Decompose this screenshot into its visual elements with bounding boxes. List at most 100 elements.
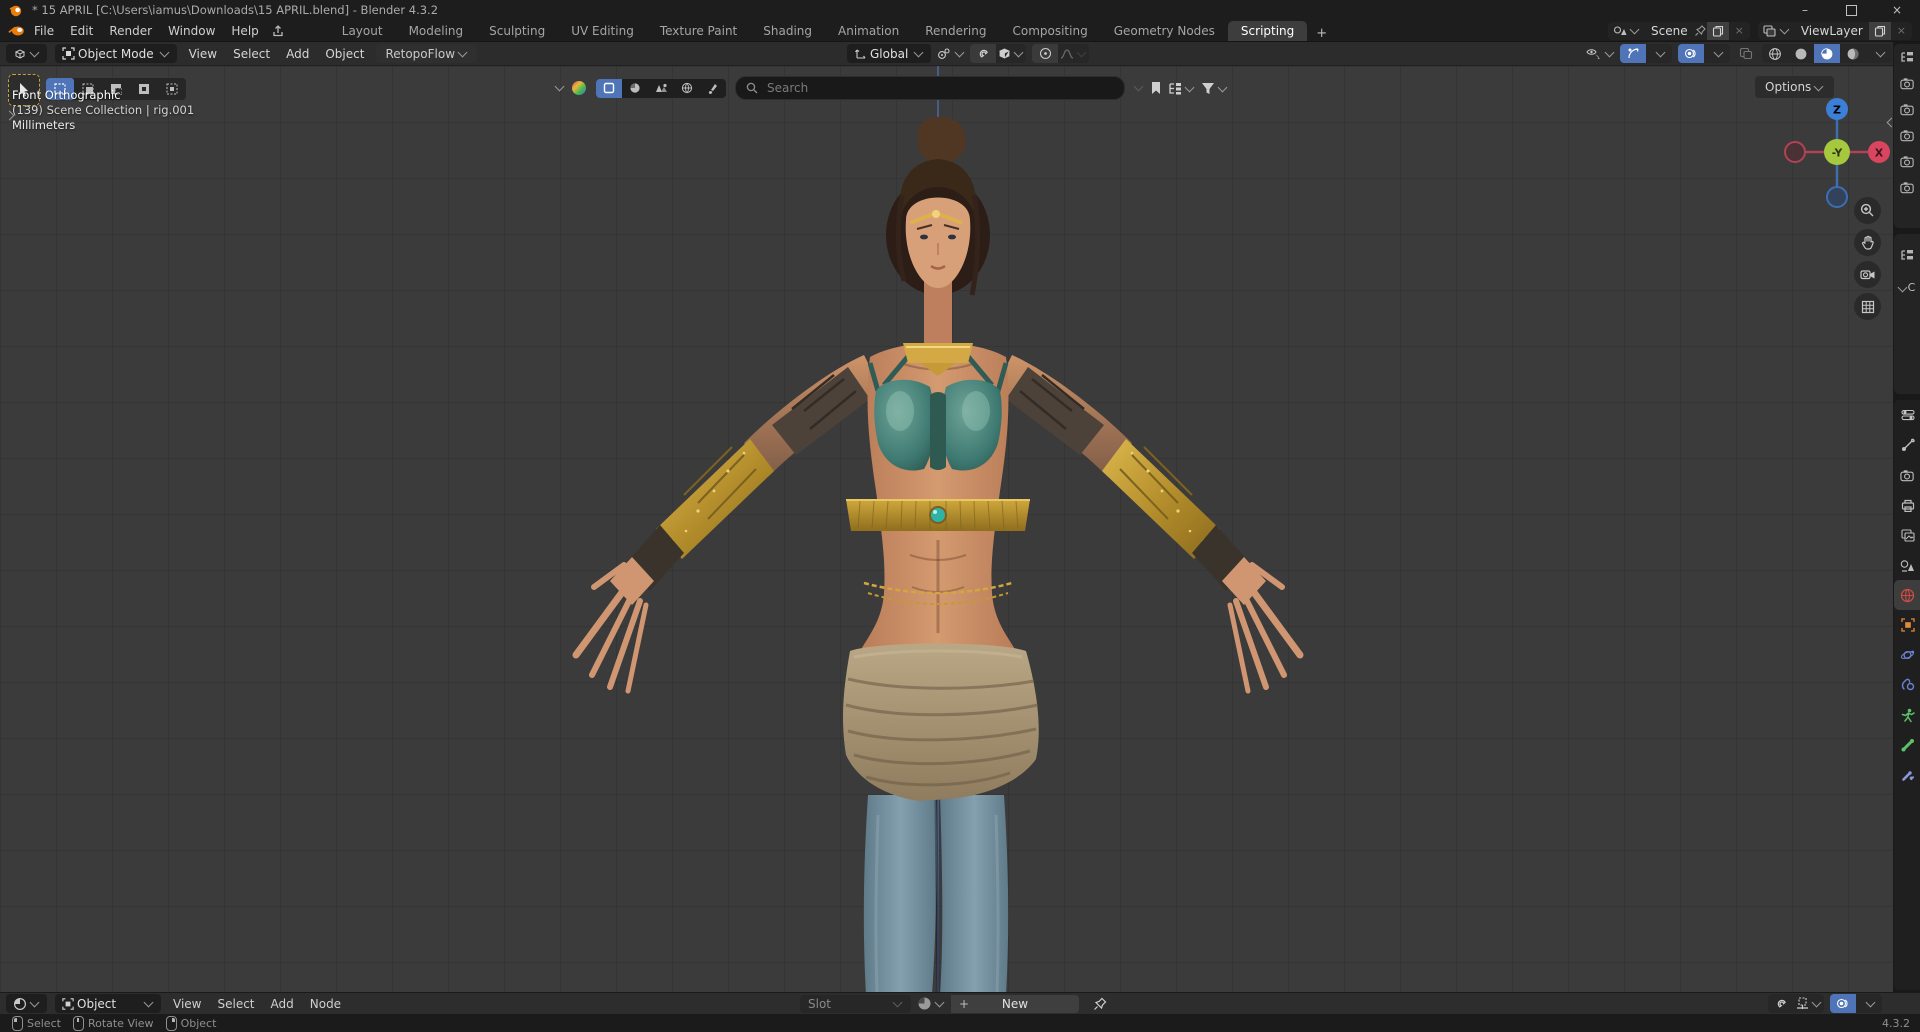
editor-type-button[interactable] xyxy=(6,44,47,63)
search-input[interactable] xyxy=(765,80,1069,96)
tab-modeling[interactable]: Modeling xyxy=(396,21,477,41)
pivot-point-dropdown[interactable] xyxy=(935,44,967,63)
pin-icon[interactable] xyxy=(1694,24,1707,37)
vp-menu-view[interactable]: View xyxy=(181,43,225,65)
gizmo-dropdown[interactable] xyxy=(1646,44,1672,63)
tab-rendering[interactable]: Rendering xyxy=(912,21,999,41)
proportional-editing-toggle[interactable] xyxy=(1032,44,1058,63)
pin-icon[interactable] xyxy=(1093,997,1107,1011)
tab-scene-properties[interactable] xyxy=(1894,550,1920,580)
show-overlays-toggle[interactable] xyxy=(1678,44,1704,63)
node-overlays-toggle[interactable] xyxy=(1830,994,1856,1013)
remove-viewlayer-button[interactable]: × xyxy=(1891,24,1912,37)
menu-render[interactable]: Render xyxy=(101,20,160,42)
tab-object-properties[interactable] xyxy=(1894,610,1920,640)
outliner-editor-icon[interactable] xyxy=(1894,44,1920,70)
selectability-visibility-dropdown[interactable] xyxy=(1584,44,1617,63)
tab-texture-paint[interactable]: Texture Paint xyxy=(647,21,750,41)
new-scene-button[interactable] xyxy=(1707,22,1729,40)
menu-window[interactable]: Window xyxy=(160,20,223,42)
viewport-3d[interactable]: Options Front Orthographic (139) Scene C… xyxy=(0,66,1893,992)
outliner-row-camera[interactable] xyxy=(1894,96,1920,122)
filter-brush-toggle[interactable] xyxy=(700,79,726,98)
tab-bone-properties[interactable] xyxy=(1894,730,1920,760)
collapse-chevron-icon[interactable] xyxy=(555,81,565,91)
viewlayer-browse-button[interactable] xyxy=(1758,22,1795,40)
browse-material-dropdown[interactable] xyxy=(917,996,945,1011)
filter-mesh-toggle[interactable] xyxy=(648,79,674,98)
show-gizmo-toggle[interactable] xyxy=(1620,44,1646,63)
proportional-falloff-dropdown[interactable] xyxy=(1058,44,1089,63)
tab-scripting[interactable]: Scripting xyxy=(1228,21,1307,41)
node-overlays-dropdown[interactable] xyxy=(1856,994,1882,1013)
node-menu-select[interactable]: Select xyxy=(209,993,262,1015)
node-menu-add[interactable]: Add xyxy=(263,993,302,1015)
filter-world-toggle[interactable] xyxy=(674,79,700,98)
tab-animation[interactable]: Animation xyxy=(825,21,912,41)
tab-sculpting[interactable]: Sculpting xyxy=(476,21,558,41)
display-mode-dropdown[interactable] xyxy=(1168,82,1195,95)
snap-settings-dropdown[interactable] xyxy=(996,44,1026,63)
tab-render-properties[interactable] xyxy=(1894,460,1920,490)
filter-dropdown[interactable] xyxy=(1201,82,1228,95)
properties-editor-icon[interactable] xyxy=(1894,400,1920,430)
tab-constraints-properties[interactable] xyxy=(1894,670,1920,700)
transform-orientation-dropdown[interactable]: Global xyxy=(847,44,931,63)
snap-toggle[interactable] xyxy=(970,44,996,63)
shading-solid-button[interactable] xyxy=(1788,44,1814,63)
node-menu-view[interactable]: View xyxy=(165,993,209,1015)
tab-physics-properties[interactable] xyxy=(1894,640,1920,670)
tab-uv-editing[interactable]: UV Editing xyxy=(558,21,647,41)
camera-view-button[interactable] xyxy=(1854,261,1881,288)
vp-menu-select[interactable]: Select xyxy=(225,43,278,65)
tab-armature-data-properties[interactable] xyxy=(1894,700,1920,730)
retopoflow-menu[interactable]: RetopoFlow xyxy=(376,44,477,63)
vp-menu-add[interactable]: Add xyxy=(278,43,317,65)
pan-button[interactable] xyxy=(1854,229,1881,256)
shading-rendered-button[interactable] xyxy=(1840,44,1866,63)
tab-viewlayer-properties[interactable] xyxy=(1894,520,1920,550)
export-share-icon[interactable] xyxy=(271,24,285,38)
tab-bone-constraints-properties[interactable] xyxy=(1894,760,1920,790)
tab-output-properties[interactable] xyxy=(1894,490,1920,520)
toggle-view-grid-button[interactable] xyxy=(1854,293,1881,320)
outliner-row-camera[interactable] xyxy=(1894,148,1920,174)
scene-name[interactable]: Scene xyxy=(1645,24,1694,38)
maximize-button[interactable] xyxy=(1828,0,1874,20)
outliner-editor-icon[interactable] xyxy=(1894,242,1920,268)
character-model[interactable] xyxy=(548,95,1328,992)
new-viewlayer-button[interactable] xyxy=(1869,22,1891,40)
filter-selected-toggle[interactable] xyxy=(596,79,622,98)
mode-dropdown[interactable]: Object Mode xyxy=(55,44,177,63)
outliner-row-camera[interactable] xyxy=(1894,174,1920,200)
scene-browse-button[interactable] xyxy=(1608,22,1645,40)
menu-edit[interactable]: Edit xyxy=(62,20,101,42)
overlays-dropdown[interactable] xyxy=(1704,44,1730,63)
tab-shading[interactable]: Shading xyxy=(750,21,825,41)
node-editor-type-button[interactable] xyxy=(6,994,47,1013)
tab-layout[interactable]: Layout xyxy=(329,21,396,41)
add-workspace-button[interactable]: + xyxy=(1307,26,1336,41)
outliner-display-mode-dropdown[interactable]: C xyxy=(1894,274,1920,300)
zoom-button[interactable] xyxy=(1854,197,1881,224)
tab-geometry-nodes[interactable]: Geometry Nodes xyxy=(1101,21,1228,41)
shader-type-dropdown[interactable]: Object xyxy=(55,994,161,1013)
outliner-row-camera[interactable] xyxy=(1894,70,1920,96)
viewlayer-name[interactable]: ViewLayer xyxy=(1795,24,1869,38)
vp-menu-object[interactable]: Object xyxy=(317,43,372,65)
material-slot-dropdown[interactable]: Slot xyxy=(800,995,911,1013)
new-material-button[interactable]: + New xyxy=(951,995,1079,1013)
bookmark-icon[interactable] xyxy=(1150,81,1162,95)
close-button[interactable]: × xyxy=(1874,0,1920,20)
menu-file[interactable]: File xyxy=(26,20,62,42)
filter-material-toggle[interactable] xyxy=(622,79,648,98)
shading-wireframe-button[interactable] xyxy=(1762,44,1788,63)
tab-world-properties[interactable] xyxy=(1894,580,1920,610)
tab-tool-properties[interactable] xyxy=(1894,430,1920,460)
shading-dropdown[interactable] xyxy=(1866,44,1892,63)
menu-help[interactable]: Help xyxy=(223,20,266,42)
catalog-sphere-icon[interactable] xyxy=(571,80,587,96)
node-snap-settings-dropdown[interactable] xyxy=(1794,994,1824,1013)
node-snap-toggle[interactable] xyxy=(1768,994,1794,1013)
unlink-scene-button[interactable]: × xyxy=(1729,24,1750,37)
